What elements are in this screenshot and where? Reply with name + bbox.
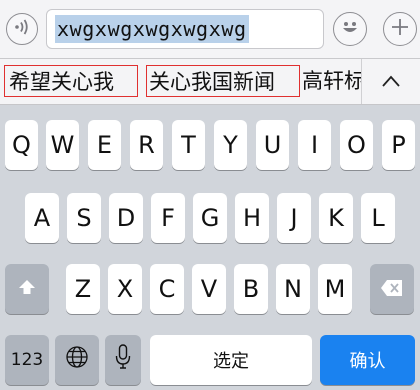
key-b[interactable]: B: [234, 264, 268, 314]
key-k[interactable]: K: [319, 193, 353, 243]
key-y[interactable]: Y: [214, 120, 247, 170]
key-h[interactable]: H: [235, 193, 269, 243]
globe-key[interactable]: [55, 335, 99, 385]
expand-candidates-button[interactable]: [361, 59, 420, 104]
candidate-item[interactable]: 希望关心我: [4, 65, 138, 97]
key-e[interactable]: E: [88, 120, 121, 170]
key-i[interactable]: I: [298, 120, 331, 170]
chevron-up-icon: [381, 72, 401, 91]
space-key[interactable]: 选定: [150, 335, 312, 385]
message-input-bar: xwgxwgxwgxwgxwg: [0, 0, 420, 59]
key-q[interactable]: Q: [5, 120, 38, 170]
candidate-item[interactable]: 关心我国新闻: [146, 65, 300, 97]
key-u[interactable]: U: [256, 120, 289, 170]
message-input[interactable]: xwgxwgxwgxwgxwg: [46, 9, 324, 49]
composing-text: xwgxwgxwgxwgxwg: [55, 15, 249, 43]
key-l[interactable]: L: [361, 193, 395, 243]
confirm-key[interactable]: 确认: [320, 335, 415, 385]
key-r[interactable]: R: [130, 120, 163, 170]
emoji-button[interactable]: [333, 12, 367, 46]
key-c[interactable]: C: [150, 264, 184, 314]
key-z[interactable]: Z: [66, 264, 100, 314]
delete-key[interactable]: [370, 264, 414, 314]
key-s[interactable]: S: [67, 193, 101, 243]
mic-key[interactable]: [105, 335, 141, 385]
shift-key[interactable]: [5, 264, 49, 314]
key-w[interactable]: W: [46, 120, 79, 170]
add-button[interactable]: [383, 12, 417, 46]
delete-icon: [380, 275, 404, 303]
globe-icon: [65, 345, 89, 375]
key-n[interactable]: N: [276, 264, 310, 314]
key-d[interactable]: D: [109, 193, 143, 243]
key-g[interactable]: G: [193, 193, 227, 243]
key-m[interactable]: M: [318, 264, 352, 314]
shift-icon: [17, 275, 37, 303]
key-v[interactable]: V: [192, 264, 226, 314]
key-t[interactable]: T: [172, 120, 205, 170]
microphone-icon: [115, 344, 131, 376]
candidate-item[interactable]: 高轩标: [302, 65, 365, 97]
key-x[interactable]: X: [108, 264, 142, 314]
voice-button[interactable]: [6, 13, 38, 45]
emoji-icon: [338, 15, 362, 43]
key-p[interactable]: P: [382, 120, 415, 170]
key-j[interactable]: J: [277, 193, 311, 243]
candidate-bar: 希望关心我 关心我国新闻 高轩标: [0, 59, 420, 105]
add-icon: [390, 17, 410, 41]
numbers-key[interactable]: 123: [5, 335, 49, 385]
key-f[interactable]: F: [151, 193, 185, 243]
voice-wave-icon: [13, 19, 31, 39]
key-o[interactable]: O: [340, 120, 373, 170]
key-a[interactable]: A: [25, 193, 59, 243]
